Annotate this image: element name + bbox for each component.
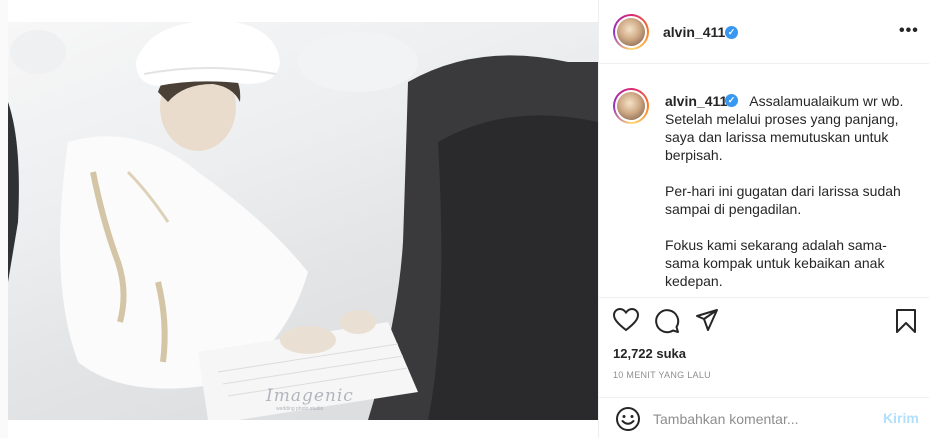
caption-paragraph: Per-hari ini gugatan dari larissa sudah … <box>665 183 901 217</box>
caption-username[interactable]: alvin_411 <box>665 93 727 109</box>
caption-paragraph: Fokus kami sekarang adalah sama-sama kom… <box>665 237 887 289</box>
comment-bar: Kirim <box>599 397 929 438</box>
photo-watermark-subtitle: wedding photo studio <box>276 406 324 412</box>
post-photo[interactable]: Imagenic wedding photo studio <box>8 22 598 420</box>
likes-count[interactable]: 12,722 suka <box>613 346 686 361</box>
comment-icon[interactable] <box>654 308 680 334</box>
header-username[interactable]: alvin_411 <box>663 24 725 40</box>
emoji-icon[interactable] <box>615 406 641 432</box>
caption-avatar[interactable] <box>613 88 649 124</box>
bookmark-icon[interactable] <box>895 308 917 334</box>
page-background <box>0 0 8 438</box>
post-comment-button[interactable]: Kirim <box>883 410 919 426</box>
photo-watermark: Imagenic <box>266 386 354 406</box>
verified-badge-icon: ✓ <box>725 26 738 39</box>
post-header: alvin_411 ✓ ••• <box>599 0 929 64</box>
share-icon[interactable] <box>695 308 719 332</box>
caption-paragraph: alvin_411 Assalamualaikum wr wb. Setelah … <box>665 92 915 164</box>
more-options-icon[interactable]: ••• <box>899 22 919 40</box>
caption: alvin_411 Assalamualaikum wr wb. Setelah … <box>665 92 915 297</box>
post-details-panel: alvin_411 ✓ ••• alvin_411 Assalamualaikum… <box>598 0 929 438</box>
caption-area: alvin_411 Assalamualaikum wr wb. Setelah … <box>599 64 929 298</box>
caption-verified-badge-icon: ✓ <box>725 94 738 107</box>
post-photo-illustration <box>8 22 598 420</box>
comment-input[interactable] <box>653 408 873 430</box>
heart-icon[interactable] <box>613 308 639 332</box>
post-timestamp[interactable]: 10 MENIT YANG LALU <box>613 370 711 380</box>
avatar[interactable] <box>613 14 649 50</box>
